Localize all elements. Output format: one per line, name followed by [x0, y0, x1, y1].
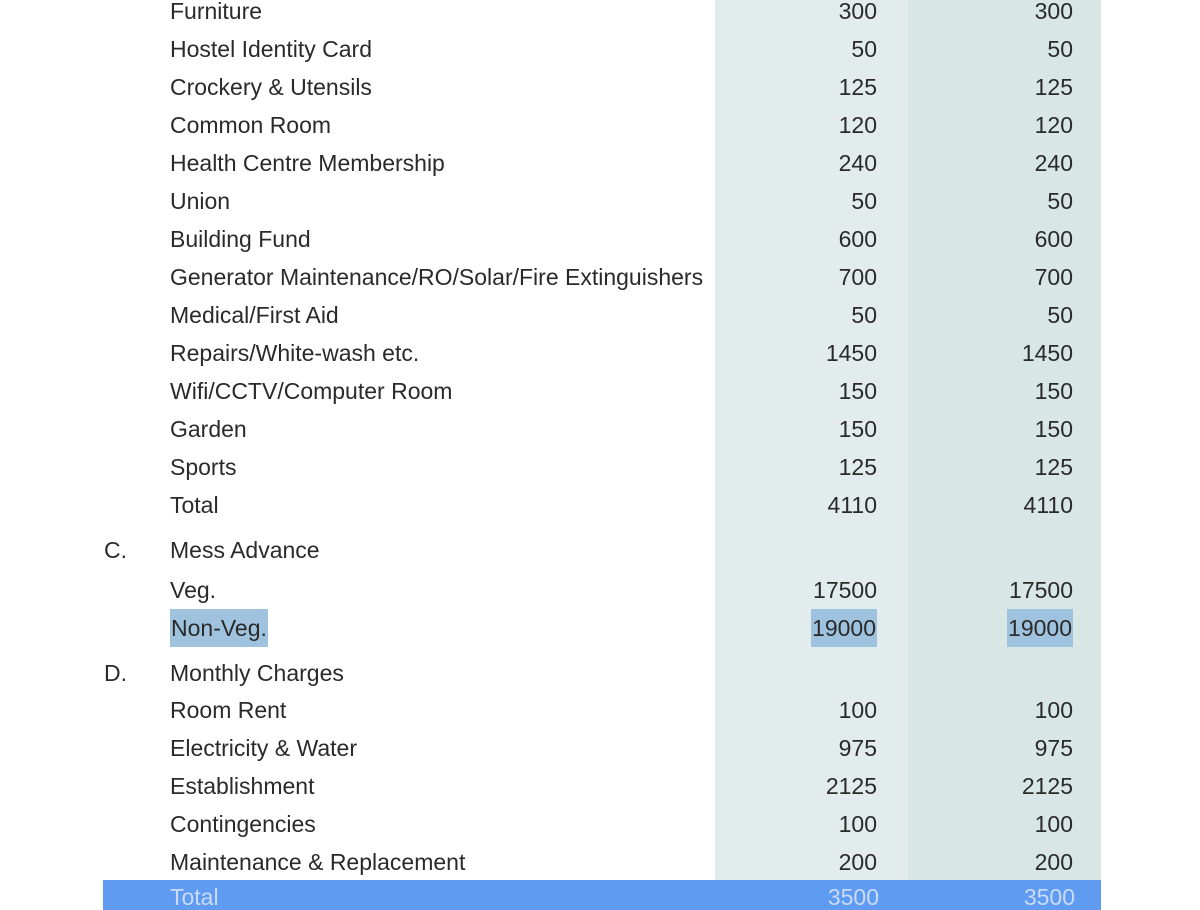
total-amount-2[interactable]: 3500 — [1024, 882, 1075, 910]
total-amount-1: 4110 — [827, 492, 877, 518]
item-label: Establishment — [170, 773, 315, 799]
amount-cell-2: 100 — [1034, 811, 1073, 837]
amount-cell-2: 150 — [1034, 378, 1073, 404]
item-label: Repairs/White-wash etc. — [170, 340, 420, 366]
amount-cell-2: 150 — [1034, 416, 1073, 442]
amount-cell-2: 1450 — [1021, 340, 1073, 366]
item-label: Furniture — [170, 0, 263, 24]
table-row: Veg. 17500 17500 — [0, 571, 1200, 609]
amount-cell-2: 600 — [1034, 226, 1073, 252]
amount-cell-2: 100 — [1034, 697, 1073, 723]
amount-cell-1: 50 — [851, 188, 877, 214]
amount-cell-1[interactable]: 19000 — [811, 609, 877, 647]
amount-cell-1: 700 — [838, 264, 877, 290]
amount-cell-1: 150 — [838, 378, 877, 404]
table-row: Union 50 50 — [0, 182, 1200, 220]
table-row: Contingencies 100 100 — [0, 805, 1200, 843]
amount-cell-2: 200 — [1034, 849, 1073, 875]
amount-cell-2[interactable]: 19000 — [1007, 609, 1073, 647]
table-row: Building Fund 600 600 — [0, 220, 1200, 258]
table-row: Maintenance & Replacement 200 200 — [0, 843, 1200, 881]
table-row: Establishment 2125 2125 — [0, 767, 1200, 805]
amount-cell-1: 200 — [838, 849, 877, 875]
table-row: Health Centre Membership 240 240 — [0, 144, 1200, 182]
amount-cell-2: 2125 — [1021, 773, 1073, 799]
table-row: Sports 125 125 — [0, 448, 1200, 486]
amount-cell-2: 300 — [1034, 0, 1073, 24]
amount-cell-2: 50 — [1047, 188, 1073, 214]
amount-cell-1: 120 — [838, 112, 877, 138]
item-label: Union — [170, 188, 231, 214]
section-b-total-row: Total 4110 4110 — [0, 486, 1200, 524]
amount-cell-2: 17500 — [1009, 577, 1073, 603]
total-label: Total — [170, 492, 219, 518]
amount-cell-2: 120 — [1034, 112, 1073, 138]
amount-cell-1: 2125 — [825, 773, 877, 799]
total-amount-2: 4110 — [1023, 492, 1073, 518]
item-label: Building Fund — [170, 226, 311, 252]
item-label: Common Room — [170, 112, 332, 138]
item-label: Room Rent — [170, 697, 287, 723]
table-row: Room Rent 100 100 — [0, 691, 1200, 729]
item-label: Health Centre Membership — [170, 150, 445, 176]
amount-cell-1: 975 — [838, 735, 877, 761]
table-row: Hostel Identity Card 50 50 — [0, 30, 1200, 68]
amount-cell-2: 50 — [1047, 302, 1073, 328]
table-row: Medical/First Aid 50 50 — [0, 296, 1200, 334]
amount-cell-2: 50 — [1047, 36, 1073, 62]
section-d-heading: D. Monthly Charges — [0, 654, 1200, 692]
table-row: Repairs/White-wash etc. 1450 1450 — [0, 334, 1200, 372]
section-d-total-row-selected[interactable]: Total 3500 3500 — [103, 880, 1101, 910]
section-letter: D. — [104, 660, 127, 686]
amount-cell-2: 700 — [1034, 264, 1073, 290]
item-label: Wifi/CCTV/Computer Room — [170, 378, 453, 404]
amount-cell-1: 100 — [838, 697, 877, 723]
item-label: Contingencies — [170, 811, 316, 837]
amount-cell-1: 17500 — [813, 577, 877, 603]
table-row: Wifi/CCTV/Computer Room 150 150 — [0, 372, 1200, 410]
amount-cell-1: 600 — [838, 226, 877, 252]
section-c-heading: C. Mess Advance — [0, 531, 1200, 569]
item-label: Sports — [170, 454, 237, 480]
item-label: Crockery & Utensils — [170, 74, 372, 100]
amount-cell-1: 125 — [838, 74, 877, 100]
amount-cell-1: 50 — [851, 36, 877, 62]
amount-cell-1: 125 — [838, 454, 877, 480]
item-label: Veg. — [170, 577, 217, 603]
table-row: Electricity & Water 975 975 — [0, 729, 1200, 767]
amount-cell-2: 240 — [1034, 150, 1073, 176]
amount-cell-2: 125 — [1034, 74, 1073, 100]
item-label: Generator Maintenance/RO/Solar/Fire Exti… — [170, 264, 704, 290]
amount-cell-1: 1450 — [825, 340, 877, 366]
table-row: Crockery & Utensils 125 125 — [0, 68, 1200, 106]
item-label[interactable]: Non-Veg. — [170, 609, 268, 647]
amount-cell-1: 100 — [838, 811, 877, 837]
amount-cell-2: 125 — [1034, 454, 1073, 480]
total-amount-1[interactable]: 3500 — [828, 882, 879, 910]
section-title: Mess Advance — [170, 537, 320, 563]
section-title: Monthly Charges — [170, 660, 344, 686]
item-label: Garden — [170, 416, 247, 442]
table-row: Generator Maintenance/RO/Solar/Fire Exti… — [0, 258, 1200, 296]
amount-cell-1: 150 — [838, 416, 877, 442]
table-row: Furniture 300 300 — [0, 0, 1200, 30]
section-letter: C. — [104, 537, 127, 563]
amount-cell-1: 50 — [851, 302, 877, 328]
amount-cell-1: 300 — [838, 0, 877, 24]
item-label: Maintenance & Replacement — [170, 849, 466, 875]
amount-cell-1: 240 — [838, 150, 877, 176]
table-row: Common Room 120 120 — [0, 106, 1200, 144]
item-label: Electricity & Water — [170, 735, 358, 761]
table-row-selected[interactable]: Non-Veg. 19000 19000 — [0, 609, 1200, 647]
table-row: Garden 150 150 — [0, 410, 1200, 448]
amount-cell-2: 975 — [1034, 735, 1073, 761]
item-label: Medical/First Aid — [170, 302, 339, 328]
item-label: Hostel Identity Card — [170, 36, 372, 62]
total-label[interactable]: Total — [170, 882, 219, 910]
